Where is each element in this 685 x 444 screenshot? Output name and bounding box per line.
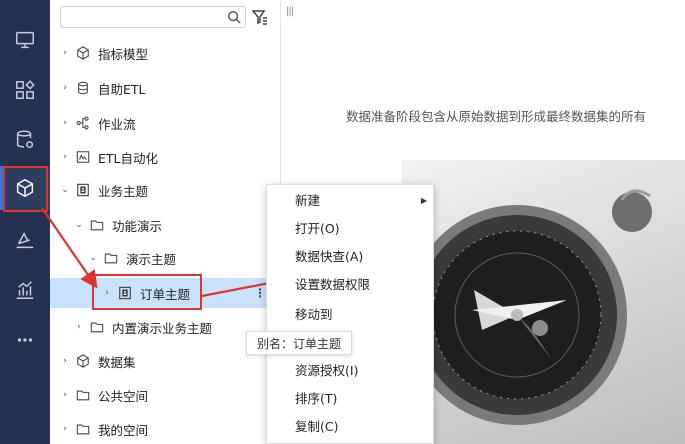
menu-item-open[interactable]: 打开(O) (267, 215, 433, 243)
data-settings-icon[interactable] (0, 118, 50, 162)
resource-tree-panel: › 指标模型 › 自助ETL › 作业流 › ETL自动化 ⌄ 业务主题 ⌄ 功… (50, 0, 281, 444)
layers-chart-icon[interactable] (0, 218, 50, 262)
tree-item[interactable]: ⌄ 功能演示 (50, 210, 280, 240)
menu-item-copy[interactable]: 复制(C) (267, 413, 433, 441)
tree-item[interactable]: › 自助ETL (50, 73, 280, 103)
expand-arrow-icon[interactable]: › (60, 48, 70, 58)
left-nav-rail (0, 0, 50, 444)
bar-chart-icon[interactable] (0, 268, 50, 312)
expand-arrow-icon[interactable]: › (60, 152, 70, 162)
tree-item-label: 业务主题 (98, 183, 149, 199)
tree-item[interactable]: ⌄ 业务主题 (50, 175, 280, 205)
components-icon[interactable] (0, 68, 50, 112)
search-input[interactable] (60, 6, 246, 28)
tree-item[interactable]: ⌄ 演示主题 (50, 243, 280, 273)
alias-tooltip: 别名：订单主题 (246, 331, 353, 355)
business-model-icon[interactable] (0, 166, 50, 210)
submenu-arrow-icon: ▶ (420, 196, 427, 205)
search-field[interactable] (65, 8, 229, 28)
tree-item[interactable]: › ETL自动化 (50, 142, 280, 172)
context-menu: 新建 ▶ 打开(O) 数据快查(A) 设置数据权限 移动到 资源授权(I) 排序… (266, 184, 434, 444)
workflow-icon (76, 116, 89, 130)
description-text: 数据准备阶段包含从原始数据到形成最终数据集的所有 (346, 109, 647, 124)
tree-item[interactable]: › 指标模型 (50, 38, 280, 68)
tree-item-label: 自助ETL (98, 81, 146, 97)
expand-arrow-icon[interactable]: › (60, 118, 70, 128)
folder-icon (90, 322, 104, 333)
expand-arrow-icon[interactable]: › (60, 356, 70, 366)
tree-item-label: 作业流 (98, 116, 136, 132)
expand-arrow-icon[interactable]: › (74, 322, 84, 332)
expand-arrow-icon[interactable]: › (102, 288, 112, 298)
tree-item[interactable]: › 我的空间 (50, 414, 280, 444)
monitor-icon[interactable] (0, 18, 50, 62)
cube-outline-icon (77, 46, 89, 60)
folder-icon (76, 424, 90, 435)
menu-item-sort[interactable]: 排序(T) (267, 385, 433, 413)
menu-item-set-data-permission[interactable]: 设置数据权限 (267, 271, 433, 299)
tree-item-label: 数据集 (98, 354, 136, 370)
menu-item-resource-authorization[interactable]: 资源授权(I) (267, 357, 433, 385)
tree-item[interactable]: › 作业流 (50, 108, 280, 138)
more-options-icon[interactable]: ⋮ (254, 286, 266, 300)
compass-image (402, 160, 685, 444)
tree-item-label: 演示主题 (126, 251, 177, 267)
panel-resize-grip[interactable]: ||| (286, 6, 294, 17)
more-icon[interactable] (0, 318, 50, 362)
tree-item-selected[interactable]: › 订单主题 ⋮ (50, 278, 280, 308)
tree-item-label: 订单主题 (140, 286, 191, 302)
collapse-arrow-icon[interactable]: ⌄ (88, 253, 98, 263)
tree-item-label: 指标模型 (98, 46, 149, 62)
folder-icon (90, 220, 104, 231)
tree-item-label: 公共空间 (98, 388, 149, 404)
compass-illustration (407, 189, 652, 425)
search-icon[interactable] (227, 10, 241, 24)
dataset-icon (77, 354, 89, 368)
collapse-arrow-icon[interactable]: ⌄ (74, 220, 84, 230)
menu-item-move-to[interactable]: 移动到 (267, 301, 433, 329)
menu-item-label: 新建 (295, 193, 321, 208)
tree-item[interactable]: › 公共空间 (50, 380, 280, 410)
etl-automation-icon (76, 151, 90, 163)
menu-item-quick-query[interactable]: 数据快查(A) (267, 243, 433, 271)
business-theme-icon (77, 183, 89, 197)
folder-icon (104, 253, 118, 264)
database-icon (78, 81, 88, 95)
expand-arrow-icon[interactable]: › (60, 390, 70, 400)
folder-icon (76, 390, 90, 401)
tree-item-label: ETL自动化 (98, 150, 158, 166)
tree-item-label: 我的空间 (98, 422, 149, 438)
menu-item-new[interactable]: 新建 ▶ (267, 187, 433, 215)
expand-arrow-icon[interactable]: › (60, 424, 70, 434)
expand-arrow-icon[interactable]: › (60, 83, 70, 93)
collapse-arrow-icon[interactable]: ⌄ (60, 185, 70, 195)
tree-item-label: 内置演示业务主题 (112, 320, 213, 336)
business-theme-icon (119, 286, 131, 300)
filter-icon[interactable] (252, 9, 268, 25)
tree-item-label: 功能演示 (112, 218, 163, 234)
